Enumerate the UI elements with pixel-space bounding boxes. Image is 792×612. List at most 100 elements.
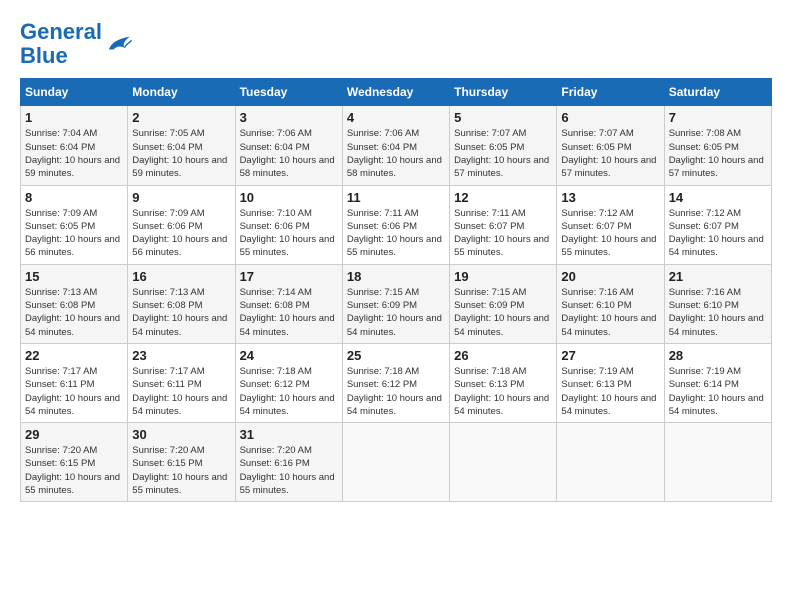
- header: GeneralBlue: [20, 20, 772, 68]
- day-number: 28: [669, 348, 767, 363]
- calendar-cell: 30 Sunrise: 7:20 AM Sunset: 6:15 PM Dayl…: [128, 423, 235, 502]
- day-number: 21: [669, 269, 767, 284]
- calendar-header-row: SundayMondayTuesdayWednesdayThursdayFrid…: [21, 79, 772, 106]
- day-info: Sunrise: 7:04 AM Sunset: 6:04 PM Dayligh…: [25, 127, 123, 180]
- calendar-cell: 28 Sunrise: 7:19 AM Sunset: 6:14 PM Dayl…: [664, 343, 771, 422]
- day-number: 23: [132, 348, 230, 363]
- day-number: 9: [132, 190, 230, 205]
- day-number: 13: [561, 190, 659, 205]
- calendar-cell: 8 Sunrise: 7:09 AM Sunset: 6:05 PM Dayli…: [21, 185, 128, 264]
- day-number: 27: [561, 348, 659, 363]
- day-info: Sunrise: 7:09 AM Sunset: 6:05 PM Dayligh…: [25, 207, 123, 260]
- day-info: Sunrise: 7:09 AM Sunset: 6:06 PM Dayligh…: [132, 207, 230, 260]
- calendar-cell: 26 Sunrise: 7:18 AM Sunset: 6:13 PM Dayl…: [450, 343, 557, 422]
- day-number: 5: [454, 110, 552, 125]
- calendar-cell: 22 Sunrise: 7:17 AM Sunset: 6:11 PM Dayl…: [21, 343, 128, 422]
- day-info: Sunrise: 7:11 AM Sunset: 6:06 PM Dayligh…: [347, 207, 445, 260]
- day-number: 26: [454, 348, 552, 363]
- day-number: 12: [454, 190, 552, 205]
- day-info: Sunrise: 7:18 AM Sunset: 6:13 PM Dayligh…: [454, 365, 552, 418]
- calendar-cell: 2 Sunrise: 7:05 AM Sunset: 6:04 PM Dayli…: [128, 106, 235, 185]
- day-number: 1: [25, 110, 123, 125]
- calendar-week-row: 15 Sunrise: 7:13 AM Sunset: 6:08 PM Dayl…: [21, 264, 772, 343]
- day-info: Sunrise: 7:19 AM Sunset: 6:14 PM Dayligh…: [669, 365, 767, 418]
- day-number: 16: [132, 269, 230, 284]
- logo-bird-icon: [104, 33, 132, 55]
- calendar-cell: 16 Sunrise: 7:13 AM Sunset: 6:08 PM Dayl…: [128, 264, 235, 343]
- day-header-tuesday: Tuesday: [235, 79, 342, 106]
- calendar-cell: [557, 423, 664, 502]
- day-info: Sunrise: 7:07 AM Sunset: 6:05 PM Dayligh…: [561, 127, 659, 180]
- day-number: 8: [25, 190, 123, 205]
- day-number: 29: [25, 427, 123, 442]
- day-info: Sunrise: 7:11 AM Sunset: 6:07 PM Dayligh…: [454, 207, 552, 260]
- calendar-cell: 19 Sunrise: 7:15 AM Sunset: 6:09 PM Dayl…: [450, 264, 557, 343]
- day-info: Sunrise: 7:17 AM Sunset: 6:11 PM Dayligh…: [25, 365, 123, 418]
- day-number: 11: [347, 190, 445, 205]
- calendar-cell: 7 Sunrise: 7:08 AM Sunset: 6:05 PM Dayli…: [664, 106, 771, 185]
- day-number: 2: [132, 110, 230, 125]
- day-number: 14: [669, 190, 767, 205]
- calendar-cell: 4 Sunrise: 7:06 AM Sunset: 6:04 PM Dayli…: [342, 106, 449, 185]
- day-info: Sunrise: 7:05 AM Sunset: 6:04 PM Dayligh…: [132, 127, 230, 180]
- day-info: Sunrise: 7:20 AM Sunset: 6:15 PM Dayligh…: [25, 444, 123, 497]
- day-number: 10: [240, 190, 338, 205]
- day-number: 20: [561, 269, 659, 284]
- day-number: 19: [454, 269, 552, 284]
- day-info: Sunrise: 7:10 AM Sunset: 6:06 PM Dayligh…: [240, 207, 338, 260]
- calendar-cell: 17 Sunrise: 7:14 AM Sunset: 6:08 PM Dayl…: [235, 264, 342, 343]
- calendar-cell: 10 Sunrise: 7:10 AM Sunset: 6:06 PM Dayl…: [235, 185, 342, 264]
- calendar-cell: [342, 423, 449, 502]
- calendar-cell: [450, 423, 557, 502]
- day-header-friday: Friday: [557, 79, 664, 106]
- calendar-table: SundayMondayTuesdayWednesdayThursdayFrid…: [20, 78, 772, 502]
- day-number: 30: [132, 427, 230, 442]
- calendar-cell: 5 Sunrise: 7:07 AM Sunset: 6:05 PM Dayli…: [450, 106, 557, 185]
- calendar-cell: [664, 423, 771, 502]
- calendar-cell: 15 Sunrise: 7:13 AM Sunset: 6:08 PM Dayl…: [21, 264, 128, 343]
- day-number: 24: [240, 348, 338, 363]
- day-number: 17: [240, 269, 338, 284]
- day-info: Sunrise: 7:16 AM Sunset: 6:10 PM Dayligh…: [669, 286, 767, 339]
- day-info: Sunrise: 7:15 AM Sunset: 6:09 PM Dayligh…: [347, 286, 445, 339]
- calendar-cell: 12 Sunrise: 7:11 AM Sunset: 6:07 PM Dayl…: [450, 185, 557, 264]
- day-number: 15: [25, 269, 123, 284]
- day-info: Sunrise: 7:13 AM Sunset: 6:08 PM Dayligh…: [132, 286, 230, 339]
- day-info: Sunrise: 7:17 AM Sunset: 6:11 PM Dayligh…: [132, 365, 230, 418]
- day-info: Sunrise: 7:08 AM Sunset: 6:05 PM Dayligh…: [669, 127, 767, 180]
- day-info: Sunrise: 7:07 AM Sunset: 6:05 PM Dayligh…: [454, 127, 552, 180]
- day-info: Sunrise: 7:06 AM Sunset: 6:04 PM Dayligh…: [240, 127, 338, 180]
- day-header-sunday: Sunday: [21, 79, 128, 106]
- day-info: Sunrise: 7:19 AM Sunset: 6:13 PM Dayligh…: [561, 365, 659, 418]
- day-number: 4: [347, 110, 445, 125]
- calendar-cell: 18 Sunrise: 7:15 AM Sunset: 6:09 PM Dayl…: [342, 264, 449, 343]
- day-number: 25: [347, 348, 445, 363]
- calendar-cell: 9 Sunrise: 7:09 AM Sunset: 6:06 PM Dayli…: [128, 185, 235, 264]
- calendar-cell: 6 Sunrise: 7:07 AM Sunset: 6:05 PM Dayli…: [557, 106, 664, 185]
- day-info: Sunrise: 7:16 AM Sunset: 6:10 PM Dayligh…: [561, 286, 659, 339]
- day-number: 22: [25, 348, 123, 363]
- calendar-week-row: 22 Sunrise: 7:17 AM Sunset: 6:11 PM Dayl…: [21, 343, 772, 422]
- day-header-saturday: Saturday: [664, 79, 771, 106]
- calendar-cell: 24 Sunrise: 7:18 AM Sunset: 6:12 PM Dayl…: [235, 343, 342, 422]
- day-info: Sunrise: 7:06 AM Sunset: 6:04 PM Dayligh…: [347, 127, 445, 180]
- day-info: Sunrise: 7:18 AM Sunset: 6:12 PM Dayligh…: [347, 365, 445, 418]
- calendar-cell: 13 Sunrise: 7:12 AM Sunset: 6:07 PM Dayl…: [557, 185, 664, 264]
- day-info: Sunrise: 7:13 AM Sunset: 6:08 PM Dayligh…: [25, 286, 123, 339]
- day-info: Sunrise: 7:12 AM Sunset: 6:07 PM Dayligh…: [561, 207, 659, 260]
- calendar-cell: 27 Sunrise: 7:19 AM Sunset: 6:13 PM Dayl…: [557, 343, 664, 422]
- calendar-cell: 31 Sunrise: 7:20 AM Sunset: 6:16 PM Dayl…: [235, 423, 342, 502]
- calendar-cell: 11 Sunrise: 7:11 AM Sunset: 6:06 PM Dayl…: [342, 185, 449, 264]
- day-header-monday: Monday: [128, 79, 235, 106]
- day-info: Sunrise: 7:14 AM Sunset: 6:08 PM Dayligh…: [240, 286, 338, 339]
- calendar-cell: 23 Sunrise: 7:17 AM Sunset: 6:11 PM Dayl…: [128, 343, 235, 422]
- day-info: Sunrise: 7:20 AM Sunset: 6:16 PM Dayligh…: [240, 444, 338, 497]
- day-number: 3: [240, 110, 338, 125]
- day-number: 31: [240, 427, 338, 442]
- calendar-cell: 20 Sunrise: 7:16 AM Sunset: 6:10 PM Dayl…: [557, 264, 664, 343]
- day-info: Sunrise: 7:12 AM Sunset: 6:07 PM Dayligh…: [669, 207, 767, 260]
- day-number: 6: [561, 110, 659, 125]
- day-header-wednesday: Wednesday: [342, 79, 449, 106]
- calendar-cell: 29 Sunrise: 7:20 AM Sunset: 6:15 PM Dayl…: [21, 423, 128, 502]
- calendar-week-row: 8 Sunrise: 7:09 AM Sunset: 6:05 PM Dayli…: [21, 185, 772, 264]
